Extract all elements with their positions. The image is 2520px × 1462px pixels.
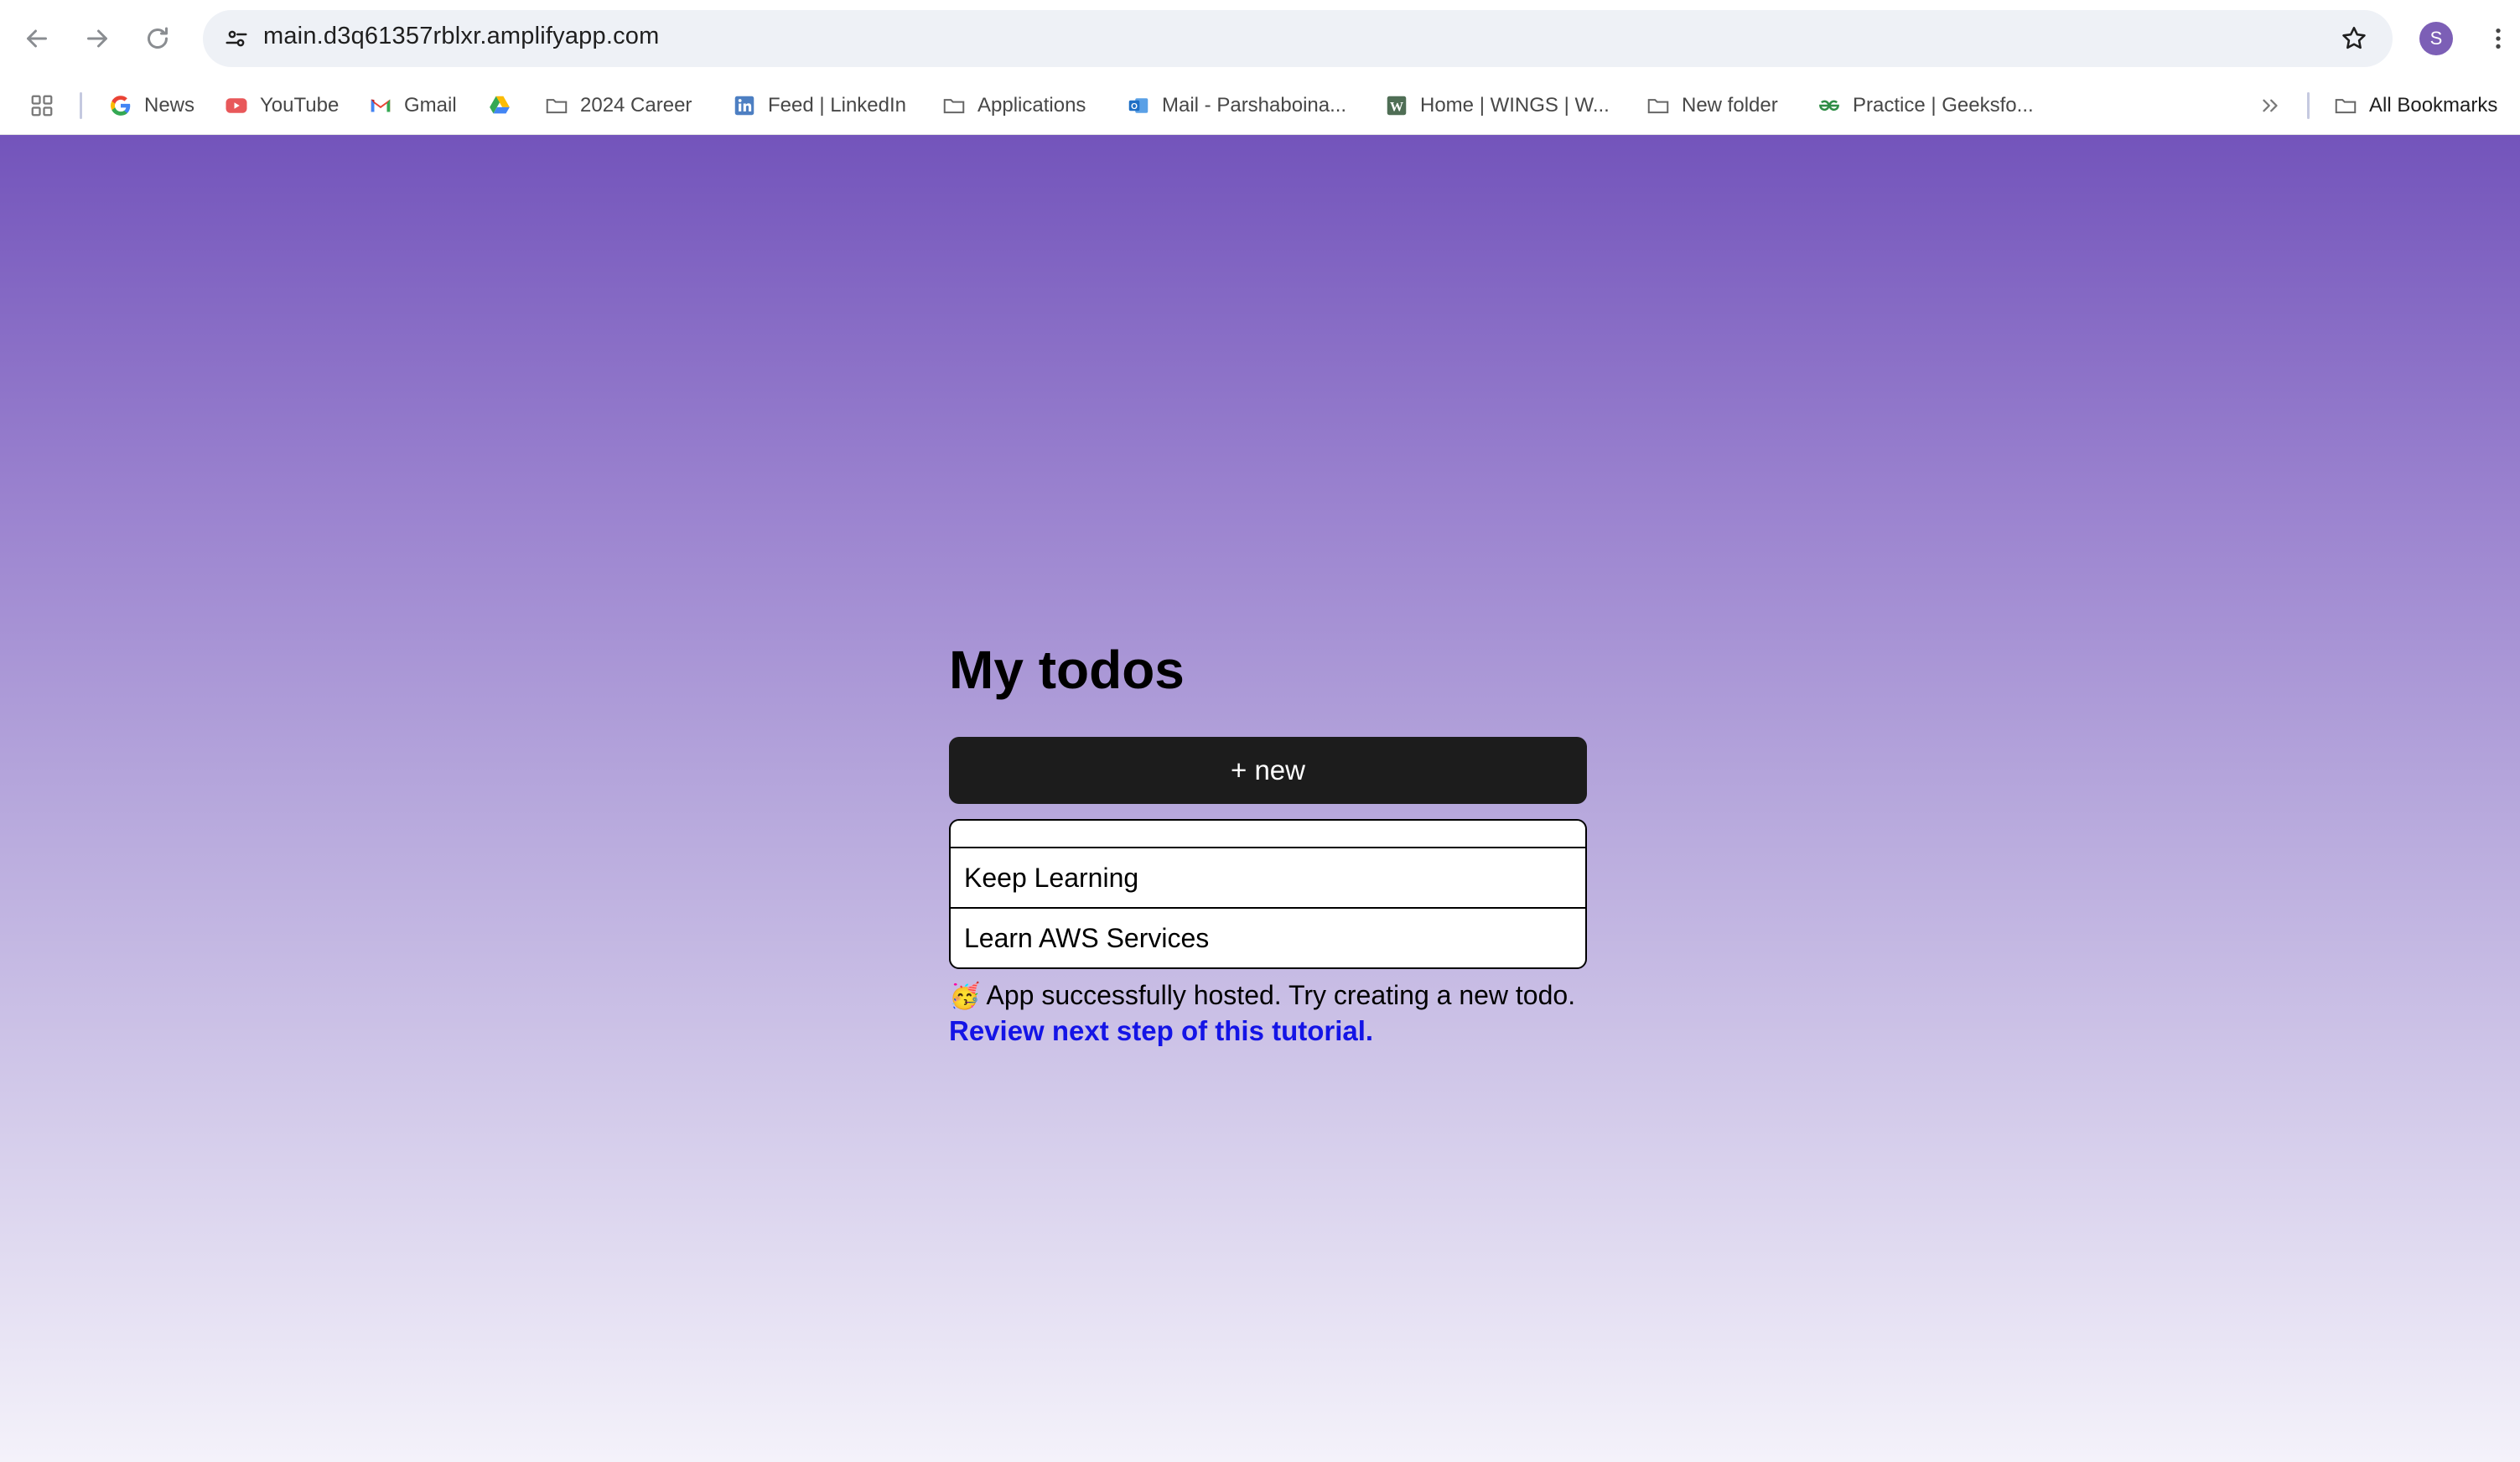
bookmark-label: New folder: [1682, 94, 1778, 117]
bookmark-label: Practice | Geeksfo...: [1853, 94, 2034, 117]
bookmark-label: Applications: [977, 94, 1086, 117]
bookmark-label: 2024 Career: [580, 94, 692, 117]
app-page: My todos + new Keep Learning Learn AWS S…: [0, 135, 2520, 1462]
bookmark-label: Home | WINGS | W...: [1420, 94, 1610, 117]
bookmark-gmail[interactable]: Gmail: [367, 87, 457, 124]
outlook-icon: O: [1125, 92, 1152, 119]
forward-arrow-icon[interactable]: [77, 18, 117, 59]
bookmark-wings[interactable]: W Home | WINGS | W...: [1383, 87, 1610, 124]
google-icon: [107, 92, 134, 119]
reload-icon[interactable]: [137, 18, 178, 59]
page-title: My todos: [949, 640, 1185, 700]
new-todo-button[interactable]: + new: [949, 737, 1587, 804]
bookmark-google-drive[interactable]: [486, 87, 513, 124]
chevron-double-right-icon: [2257, 92, 2284, 119]
todo-item[interactable]: Learn AWS Services: [951, 907, 1585, 967]
bookmark-outlook-mail[interactable]: O Mail - Parshaboina...: [1125, 87, 1346, 124]
tutorial-link[interactable]: Review next step of this tutorial.: [949, 1015, 1373, 1047]
bookmark-label: Gmail: [404, 94, 457, 117]
folder-icon: [543, 92, 570, 119]
bookmarks-bar: News YouTube Gmail 2024 Career Feed | Li…: [0, 77, 2520, 135]
folder-icon: [941, 92, 967, 119]
wings-icon: W: [1383, 92, 1410, 119]
profile-initial: S: [2429, 28, 2443, 49]
bookmark-youtube[interactable]: YouTube: [223, 87, 339, 124]
bookmark-geeksforgeeks[interactable]: Practice | Geeksfo...: [1816, 87, 2034, 124]
svg-text:O: O: [1131, 102, 1138, 111]
profile-avatar[interactable]: S: [2419, 22, 2453, 55]
party-emoji-icon: 🥳: [949, 982, 981, 1010]
url-text[interactable]: main.d3q61357rblxr.amplifyapp.com: [263, 23, 659, 50]
apps-grid-icon[interactable]: [29, 87, 55, 124]
status-message: 🥳 App successfully hosted. Try creating …: [949, 980, 1787, 1011]
all-bookmarks-button[interactable]: All Bookmarks: [2332, 87, 2497, 124]
back-arrow-icon[interactable]: [17, 18, 57, 59]
bookmark-label: News: [144, 94, 195, 117]
bookmark-divider: [2307, 92, 2310, 119]
bookmark-label: Mail - Parshaboina...: [1162, 94, 1347, 117]
bookmarks-overflow-button[interactable]: [2257, 87, 2284, 124]
site-settings-icon[interactable]: [216, 18, 257, 59]
svg-text:W: W: [1390, 99, 1403, 114]
bookmark-folder-2024-career[interactable]: 2024 Career: [543, 87, 692, 124]
folder-icon: [2332, 92, 2359, 119]
bookmark-news[interactable]: News: [107, 87, 194, 124]
google-drive-icon: [486, 92, 513, 119]
bookmark-linkedin[interactable]: Feed | LinkedIn: [731, 87, 906, 124]
bookmark-label: YouTube: [260, 94, 340, 117]
gmail-icon: [367, 92, 394, 119]
todo-list: Keep Learning Learn AWS Services: [949, 819, 1587, 969]
youtube-icon: [223, 92, 250, 119]
address-bar[interactable]: main.d3q61357rblxr.amplifyapp.com: [203, 10, 2393, 67]
todo-item-empty[interactable]: [951, 821, 1585, 847]
bookmark-divider: [80, 92, 82, 119]
browser-toolbar: main.d3q61357rblxr.amplifyapp.com S: [0, 0, 2520, 77]
folder-icon: [1645, 92, 1672, 119]
bookmark-label: Feed | LinkedIn: [768, 94, 907, 117]
all-bookmarks-label: All Bookmarks: [2369, 94, 2498, 117]
geeksforgeeks-icon: [1816, 92, 1843, 119]
bookmark-folder-applications[interactable]: Applications: [941, 87, 1086, 124]
bookmark-star-icon[interactable]: [2336, 20, 2372, 57]
status-text: App successfully hosted. Try creating a …: [986, 980, 1576, 1010]
kebab-menu-icon[interactable]: [2481, 22, 2515, 55]
todo-item[interactable]: Keep Learning: [951, 847, 1585, 907]
linkedin-icon: [731, 92, 758, 119]
bookmark-folder-new-folder[interactable]: New folder: [1645, 87, 1778, 124]
